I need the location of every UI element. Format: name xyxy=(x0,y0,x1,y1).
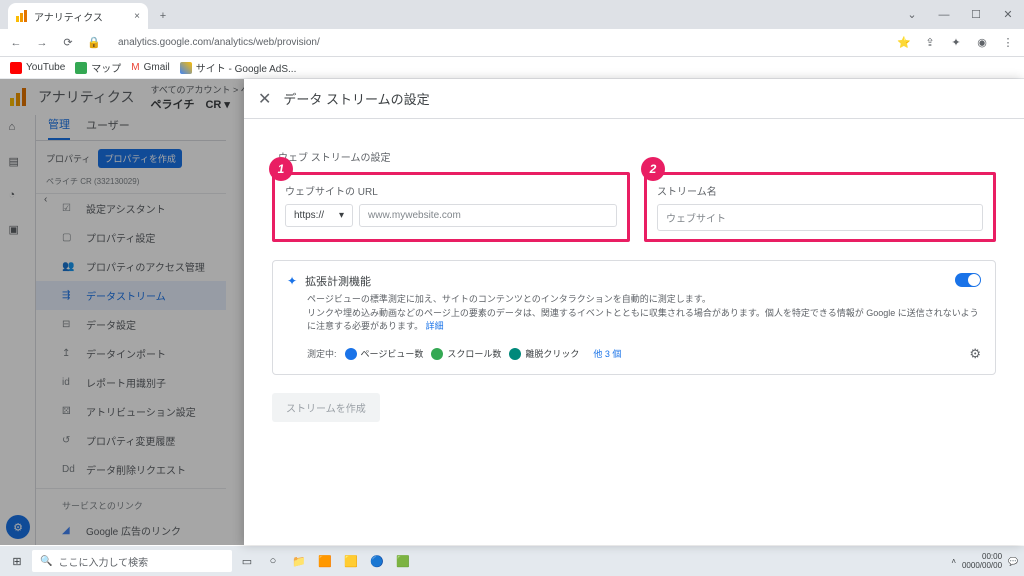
close-icon[interactable]: × xyxy=(134,11,140,22)
clock-time: 00:00 xyxy=(962,552,1002,561)
name-field-group: 2 ストリーム名 ウェブサイト xyxy=(644,172,996,242)
windows-taskbar: ⊞ 🔍ここに入力して検索 ▭ ○ 📁 🟧 🟨 🔵 🟩 ˄ 00:00 0000/… xyxy=(0,546,1024,576)
click-icon xyxy=(509,348,521,360)
annotation-badge-2: 2 xyxy=(641,157,665,181)
taskbar-search[interactable]: 🔍ここに入力して検索 xyxy=(32,550,232,572)
clock-date: 0000/00/00 xyxy=(962,561,1002,570)
chip-scrolls: スクロール数 xyxy=(431,347,501,360)
chrome-icon[interactable]: 🔵 xyxy=(366,550,388,572)
stream-name-input[interactable]: ウェブサイト xyxy=(657,204,983,231)
address-bar[interactable]: analytics.google.com/analytics/web/provi… xyxy=(112,37,886,48)
menu-icon[interactable]: ⋮ xyxy=(1000,36,1016,49)
minimize-icon[interactable]: — xyxy=(928,0,960,29)
app-icon-3[interactable]: 🟩 xyxy=(392,550,414,572)
cortana-icon[interactable]: ○ xyxy=(262,550,284,572)
details-link[interactable]: 詳細 xyxy=(426,321,444,331)
back-icon[interactable]: ← xyxy=(8,37,24,49)
browser-toolbar: ← → ⟳ 🔒 analytics.google.com/analytics/w… xyxy=(0,29,1024,57)
browser-tab-strip: アナリティクス × + ⌄ — ☐ ✕ xyxy=(0,0,1024,29)
tab-title: アナリティクス xyxy=(34,9,103,24)
close-modal-icon[interactable]: ✕ xyxy=(258,89,271,109)
bookmark-gmail[interactable]: MGmail xyxy=(131,62,169,73)
app-icon-2[interactable]: 🟨 xyxy=(340,550,362,572)
explorer-icon[interactable]: 📁 xyxy=(288,550,310,572)
ga-favicon xyxy=(16,10,28,22)
task-view-icon[interactable]: ▭ xyxy=(236,550,258,572)
extensions-icon[interactable]: ✦ xyxy=(948,36,964,49)
chevron-down-icon: ▾ xyxy=(339,210,344,221)
tray-chevron-icon[interactable]: ˄ xyxy=(951,557,956,566)
url-label: ウェブサイトの URL xyxy=(285,183,617,198)
search-icon: 🔍 xyxy=(40,556,52,567)
chip-outbound: 離脱クリック xyxy=(509,347,579,360)
reload-icon[interactable]: ⟳ xyxy=(60,36,76,49)
profile-icon[interactable]: ◉ xyxy=(974,36,990,49)
new-tab-button[interactable]: + xyxy=(152,5,174,27)
bookmark-adsense[interactable]: サイト - Google AdS... xyxy=(180,60,297,75)
sparkle-icon: ✦ xyxy=(287,274,297,288)
url-input[interactable]: www.mywebsite.com xyxy=(359,204,617,227)
chip-pageviews: ページビュー数 xyxy=(345,347,424,360)
browser-tab[interactable]: アナリティクス × xyxy=(8,3,148,29)
enhanced-description: ページビューの標準測定に加え、サイトのコンテンツとのインタラクションを自動的に測… xyxy=(287,293,981,334)
close-window-icon[interactable]: ✕ xyxy=(992,0,1024,29)
eye-icon xyxy=(345,348,357,360)
forward-icon[interactable]: → xyxy=(34,37,50,49)
chevron-down-icon[interactable]: ⌄ xyxy=(896,0,928,29)
bookmarks-bar: YouTube マップ MGmail サイト - Google AdS... xyxy=(0,57,1024,79)
notifications-icon[interactable]: 💬 xyxy=(1008,557,1018,566)
measuring-label: 測定中: xyxy=(307,347,337,360)
maximize-icon[interactable]: ☐ xyxy=(960,0,992,29)
scroll-icon xyxy=(431,348,443,360)
modal-title: データ ストリームの設定 xyxy=(283,89,429,108)
enhanced-toggle[interactable] xyxy=(955,273,981,287)
stream-settings-modal: ✕ データ ストリームの設定 ウェブ ストリームの設定 1 ウェブサイトの UR… xyxy=(244,79,1024,545)
lock-icon: 🔒 xyxy=(86,36,102,49)
name-label: ストリーム名 xyxy=(657,183,983,198)
create-stream-button[interactable]: ストリームを作成 xyxy=(272,393,380,422)
annotation-badge-1: 1 xyxy=(269,157,293,181)
share-icon[interactable]: ⇪ xyxy=(922,36,938,49)
section-label: ウェブ ストリームの設定 xyxy=(272,149,996,164)
translate-icon[interactable]: ⭐ xyxy=(896,36,912,49)
start-icon[interactable]: ⊞ xyxy=(6,550,28,572)
url-field-group: 1 ウェブサイトの URL https://▾ www.mywebsite.co… xyxy=(272,172,630,242)
window-controls: ⌄ — ☐ ✕ xyxy=(896,0,1024,29)
bookmark-youtube[interactable]: YouTube xyxy=(10,62,65,74)
gear-icon[interactable]: ⚙ xyxy=(969,346,981,362)
protocol-select[interactable]: https://▾ xyxy=(285,204,353,227)
more-link[interactable]: 他 3 個 xyxy=(593,347,621,360)
bookmark-maps[interactable]: マップ xyxy=(75,60,121,75)
enhanced-measurement-card: ✦ 拡張計測機能 ページビューの標準測定に加え、サイトのコンテンツとのインタラク… xyxy=(272,260,996,375)
app-icon-1[interactable]: 🟧 xyxy=(314,550,336,572)
enhanced-title: 拡張計測機能 xyxy=(305,273,371,289)
